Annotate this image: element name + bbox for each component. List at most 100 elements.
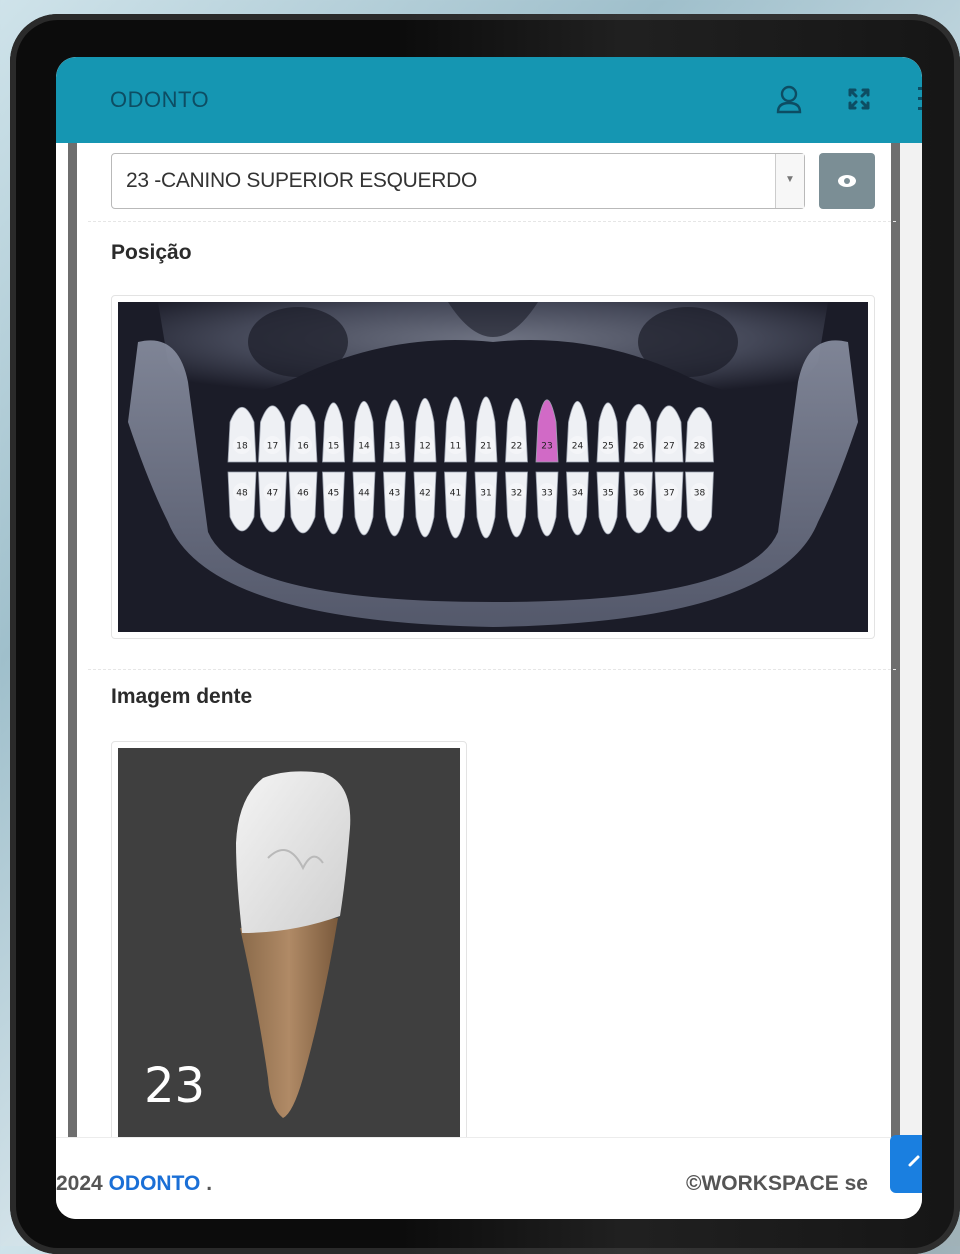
tooth-number-label: 44 [358,489,370,499]
app-screen: ODONTO 23 -CANINO SUPERIOR ESQUERDO ▼ Po… [56,57,922,1219]
tooth-shape [258,471,287,533]
right-rail [900,143,922,1143]
tooth-image-number: 23 [144,1058,206,1114]
tooth-47: 47 [258,471,287,533]
tooth-26: 26 [624,403,653,463]
tooth-number-label: 16 [297,442,309,452]
tooth-image-label: Imagem dente [111,685,253,708]
footer-year: 2024 [56,1172,103,1195]
tooth-number-label: 14 [358,442,370,452]
tooth-shape [535,471,559,537]
tooth-number-label: 22 [511,442,522,452]
tooth-shape [566,471,589,536]
tooth-32: 32 [505,471,528,538]
tooth-shape [685,471,714,532]
tooth-number-label: 25 [602,442,613,452]
fullscreen-icon[interactable] [847,87,871,111]
footer-workspace: ©WORKSPACE se [686,1172,868,1195]
tooth-22: 22 [505,398,528,463]
section-divider [88,669,896,670]
tooth-36: 36 [624,471,653,534]
tooth-number-label: 46 [297,489,309,499]
tooth-14: 14 [352,400,376,463]
scroll-top-button[interactable] [890,1135,922,1193]
tooth-shape [596,471,620,535]
tooth-41: 41 [444,471,467,539]
tooth-44: 44 [352,471,376,536]
tooth-31: 31 [474,471,498,539]
tooth-48: 48 [227,471,257,532]
tooth-number-label: 15 [328,442,339,452]
tooth-13: 13 [383,399,406,463]
tooth-number-label: 11 [450,442,461,452]
app-title: ODONTO [110,87,210,112]
tooth-shape [227,471,257,532]
tooth-33: 33 [535,471,559,537]
tooth-23: 23 [535,399,559,463]
tooth-28: 28 [685,406,714,463]
tooth-11: 11 [444,396,467,463]
tooth-number-label: 42 [419,489,430,499]
tooth-number-label: 32 [511,489,522,499]
tooth-shape [322,471,345,535]
tooth-24: 24 [566,400,589,463]
tooth-46: 46 [288,471,318,534]
tooth-number-label: 47 [267,489,278,499]
tooth-number-label: 38 [694,489,706,499]
tooth-shape [505,471,528,538]
tooth-shape [654,471,684,533]
dental-arch-image: 18 17 16 15 14 13 12 11 21 22 23 24 25 26 27 28 48 47 46 4… [118,302,868,632]
tooth-25: 25 [596,402,620,463]
tooth-27: 27 [654,405,684,463]
tooth-number-label: 48 [236,489,248,499]
footer-brand-suffix: . [200,1172,213,1195]
tooth-image: 23 [118,748,460,1148]
footer-brand-link[interactable]: ODONTO [109,1172,201,1195]
tooth-number-label: 21 [480,442,491,452]
tooth-number-label: 17 [267,442,278,452]
tooth-number-label: 12 [419,442,430,452]
tooth-shape [383,471,406,537]
position-label: Posição [111,241,192,264]
tooth-12: 12 [413,398,437,463]
tooth-shape [288,471,318,534]
tooth-select-value: 23 -CANINO SUPERIOR ESQUERDO [126,169,477,192]
footer: 2024 ODONTO . ©WORKSPACE se [56,1137,922,1219]
user-icon[interactable] [776,85,802,115]
tooth-37: 37 [654,471,684,533]
view-button[interactable] [819,153,875,209]
footer-copyright: 2024 ODONTO . [56,1172,212,1196]
tooth-number-label: 24 [572,442,584,452]
tooth-43: 43 [383,471,406,537]
overflow-menu-icon[interactable] [918,87,922,113]
tooth-number-label: 36 [633,489,645,499]
tooth-shape [444,471,467,539]
tooth-number-label: 33 [541,489,552,499]
tooth-38: 38 [685,471,714,532]
tooth-number-label: 28 [694,442,706,452]
tooth-shape [624,471,653,534]
tooth-number-label: 26 [633,442,645,452]
dental-arch-diagram: 18 17 16 15 14 13 12 11 21 22 23 24 25 26 27 28 48 47 46 4… [128,302,858,627]
tooth-shape [413,471,437,538]
tooth-number-label: 13 [389,442,400,452]
chevron-up-icon [908,1155,920,1167]
tooth-21: 21 [474,396,498,463]
section-divider [88,221,896,222]
tooth-45: 45 [322,471,345,535]
tooth-number-label: 27 [663,442,674,452]
tooth-18: 18 [227,406,257,463]
caret-down-icon[interactable]: ▼ [775,154,804,208]
tooth-17: 17 [258,405,287,463]
tooth-35: 35 [596,471,620,535]
menu-toggle-icon[interactable] [56,87,58,113]
tooth-number-label: 35 [602,489,613,499]
tooth-number-label: 23 [541,442,552,452]
top-navbar: ODONTO [56,57,922,143]
left-content-border [68,143,77,1143]
tooth-select[interactable]: 23 -CANINO SUPERIOR ESQUERDO ▼ [111,153,805,209]
tooth-number-label: 31 [480,489,491,499]
tooth-15: 15 [322,402,345,463]
tooth-42: 42 [413,471,437,538]
tooth-number-label: 41 [450,489,461,499]
